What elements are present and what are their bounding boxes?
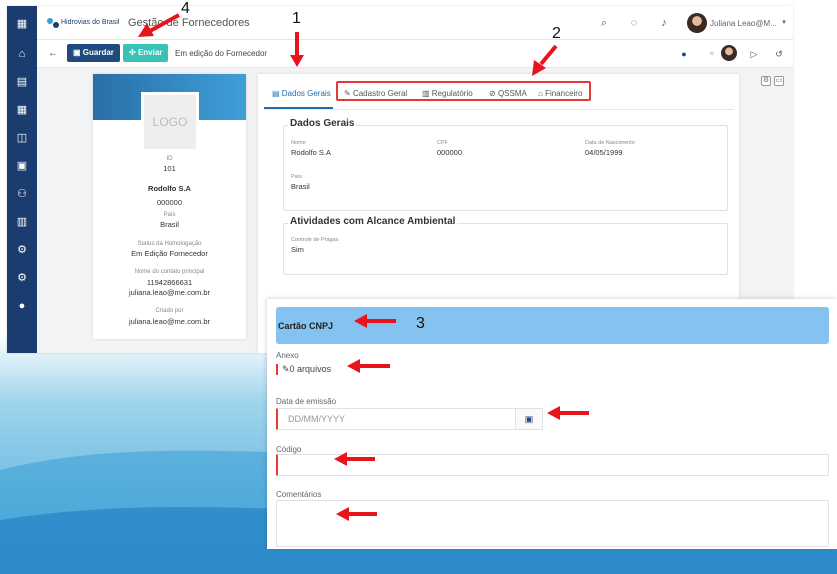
tab-dados-gerais[interactable]: ▤ Dados Gerais xyxy=(272,89,331,98)
settings-icon[interactable]: ⚙ xyxy=(761,76,771,86)
data-emissao-input[interactable]: DD/MM/YYYY xyxy=(276,408,516,430)
atividades-section xyxy=(283,223,728,275)
comentarios-textarea[interactable] xyxy=(276,500,829,547)
building-icon[interactable]: ▥ xyxy=(14,214,30,230)
codigo-label: Código xyxy=(276,445,302,454)
board-icon[interactable]: ◫ xyxy=(14,130,30,146)
gear-icon[interactable]: ⚙ xyxy=(14,270,30,286)
profile-card: LOGO ID 101 Rodolfo S.A 000000 País Bras… xyxy=(93,74,246,339)
avatar[interactable] xyxy=(687,13,707,33)
undo-icon[interactable]: ↺ xyxy=(772,47,786,61)
search-icon[interactable]: ⌕ xyxy=(597,16,611,30)
info-icon[interactable]: ● xyxy=(677,47,691,61)
tab-divider xyxy=(264,109,734,110)
cartao-cnpj-title: Cartão CNPJ xyxy=(278,321,334,331)
nome-label: Nome xyxy=(291,140,306,146)
tabs-highlight-box xyxy=(336,81,591,101)
annotation-2: 2 xyxy=(552,25,561,42)
contact-email: juliana.leao@me.com.br xyxy=(129,288,210,297)
assignee-avatar[interactable] xyxy=(721,45,737,61)
save-label: Guardar xyxy=(82,48,114,57)
country-value: Brasil xyxy=(160,220,179,229)
save-button[interactable]: ▣ Guardar xyxy=(67,44,120,62)
pais-label: País xyxy=(291,174,303,180)
apps-grid-icon[interactable]: ▦ xyxy=(14,16,30,32)
anexo-field[interactable]: ✎0 arquivos xyxy=(276,364,331,375)
send-button[interactable]: ✣ Enviar xyxy=(123,44,169,62)
cpf-value: 000000 xyxy=(437,148,463,157)
contact-phone: 11942866631 xyxy=(146,278,193,287)
cpf-label: CPF xyxy=(437,140,448,146)
atividades-title: Atividades com Alcance Ambiental xyxy=(288,216,458,227)
controle-pragas-value: Sim xyxy=(291,245,304,254)
bell-icon[interactable]: ♪ xyxy=(657,16,671,30)
created-by: juliana.leao@me.com.br xyxy=(129,317,210,326)
rss-icon[interactable]: ≈ xyxy=(705,47,719,61)
cartao-cnpj-header: Cartão CNPJ xyxy=(276,307,829,344)
play-icon[interactable]: ▷ xyxy=(747,47,761,61)
annotation-1: 1 xyxy=(292,10,301,27)
data-emissao-placeholder: DD/MM/YYYY xyxy=(288,414,346,424)
comentarios-label: Comentários xyxy=(276,490,322,499)
contact-label: Nome do contato principal xyxy=(134,269,205,275)
anexo-label: Anexo xyxy=(276,351,299,360)
nome-value: Rodolfo S.A xyxy=(291,148,332,157)
brand-name: Hidrovias do Brasil xyxy=(61,19,120,26)
help-icon[interactable]: ● xyxy=(14,298,30,314)
country-label: País xyxy=(163,212,176,218)
settings-group-icon[interactable]: ⚙ xyxy=(14,242,30,258)
dados-gerais-section xyxy=(283,125,728,211)
logo-placeholder: LOGO xyxy=(141,92,199,152)
data-emissao-label: Data de emissão xyxy=(276,397,337,406)
codigo-input[interactable] xyxy=(276,454,829,476)
controle-pragas-label: Controle de Pragas xyxy=(291,237,339,243)
action-bar: ← ▣ Guardar ✣ Enviar Em edição do Fornec… xyxy=(37,40,793,68)
paperclip-icon: ✎ xyxy=(282,364,290,374)
grid-icon[interactable]: ▦ xyxy=(14,102,30,118)
created-label: Criado por xyxy=(155,308,184,314)
home-icon[interactable]: ⌂ xyxy=(14,46,30,62)
tab-dados-gerais-label: Dados Gerais xyxy=(281,89,331,98)
id-label: ID xyxy=(166,156,173,162)
brand-logo-icon xyxy=(47,18,59,28)
supplier-code: 000000 xyxy=(156,198,183,207)
calendar-icon[interactable]: ▣ xyxy=(14,158,30,174)
status-value: Em Edição Fornecedor xyxy=(131,249,208,258)
calendar-icon[interactable]: ▣ xyxy=(515,408,543,430)
status-label: Status da Homologação xyxy=(137,241,202,247)
window-icon[interactable]: ▭ xyxy=(774,76,784,86)
birth-date-value: 04/05/1999 xyxy=(585,148,623,157)
topbar: Hidrovias do Brasil Gestão de Fornecedor… xyxy=(37,6,793,40)
chat-icon[interactable]: ◌ xyxy=(627,16,641,30)
document-icon: ▤ xyxy=(272,89,282,98)
pais-value: Brasil xyxy=(291,182,310,191)
send-icon: ✣ xyxy=(129,48,138,57)
supplier-name: Rodolfo S.A xyxy=(148,184,191,193)
back-button[interactable]: ← xyxy=(48,48,58,59)
cartao-cnpj-panel: Cartão CNPJ Anexo ✎0 arquivos Data de em… xyxy=(267,299,837,549)
users-icon[interactable]: ⚇ xyxy=(14,186,30,202)
save-icon: ▣ xyxy=(73,48,83,57)
user-name[interactable]: Juliana Leao@M... xyxy=(710,19,777,28)
document-icon[interactable]: ▤ xyxy=(14,74,30,90)
dados-gerais-title: Dados Gerais xyxy=(288,118,357,129)
annotation-3: 3 xyxy=(416,315,425,332)
send-label: Enviar xyxy=(137,48,163,57)
birth-date-label: Data de Nascimento xyxy=(585,140,635,146)
annotation-4: 4 xyxy=(181,0,190,17)
edit-status: Em edição do Fornecedor xyxy=(175,49,268,58)
sidebar: ▦ ⌂ ▤ ▦ ◫ ▣ ⚇ ▥ ⚙ ⚙ ● xyxy=(7,6,37,353)
app-title: Gestão de Fornecedores xyxy=(128,17,250,29)
id-value: 101 xyxy=(163,164,176,173)
chevron-down-icon[interactable]: ▾ xyxy=(777,16,791,30)
anexo-value: 0 arquivos xyxy=(289,364,332,374)
